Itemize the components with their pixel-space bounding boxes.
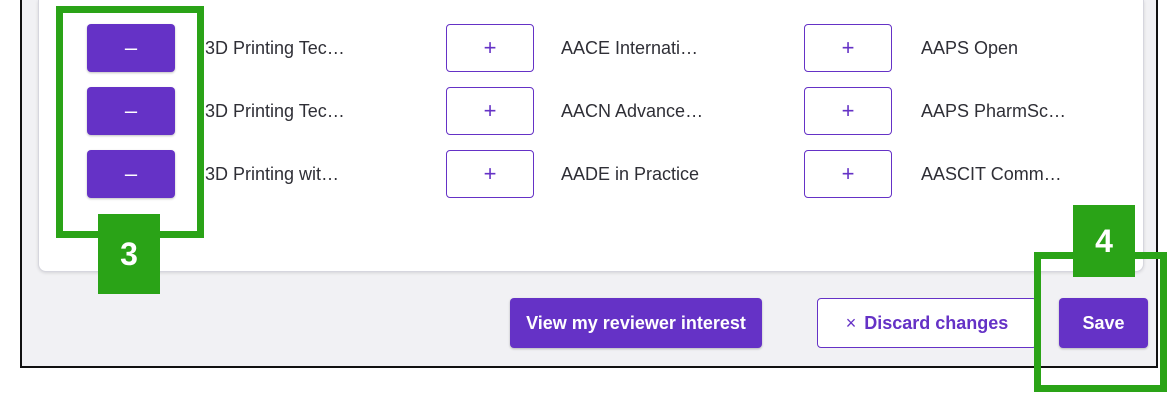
- add-journal-button[interactable]: +: [804, 87, 892, 135]
- view-reviewer-interest-button[interactable]: View my reviewer interest: [510, 298, 762, 348]
- journal-name: AAPS Open: [921, 38, 1019, 58]
- plus-icon: +: [841, 35, 855, 60]
- discard-changes-label: Discard changes: [864, 312, 1009, 333]
- add-journal-button[interactable]: +: [804, 150, 892, 198]
- journal-name: AADE in Practice: [561, 164, 700, 184]
- add-journal-button[interactable]: +: [446, 150, 534, 198]
- plus-icon: +: [483, 98, 497, 123]
- plus-icon: +: [841, 161, 855, 186]
- callout-box-step-3: [56, 6, 204, 238]
- journal-name: AACE Internati…: [561, 38, 699, 58]
- plus-icon: +: [483, 161, 497, 186]
- journal-name: AACN Advance…: [561, 101, 704, 121]
- journal-name: AASCIT Comm…: [921, 164, 1062, 184]
- callout-tag-step-4: 4: [1073, 205, 1135, 277]
- journal-name: 3D Printing wit…: [205, 164, 340, 184]
- callout-tag-step-3: 3: [98, 214, 160, 294]
- close-icon: ×: [845, 312, 857, 333]
- add-journal-button[interactable]: +: [446, 24, 534, 72]
- plus-icon: +: [483, 35, 497, 60]
- journal-name: 3D Printing Tec…: [205, 101, 345, 121]
- plus-icon: +: [841, 98, 855, 123]
- callout-number: 4: [1095, 222, 1113, 259]
- add-journal-button[interactable]: +: [446, 87, 534, 135]
- discard-changes-button[interactable]: × Discard changes: [817, 298, 1037, 348]
- callout-number: 3: [120, 235, 138, 272]
- journal-name: 3D Printing Tec…: [205, 38, 345, 58]
- view-reviewer-interest-label: View my reviewer interest: [526, 312, 746, 333]
- add-journal-button[interactable]: +: [804, 24, 892, 72]
- journal-name: AAPS PharmSc…: [921, 101, 1067, 121]
